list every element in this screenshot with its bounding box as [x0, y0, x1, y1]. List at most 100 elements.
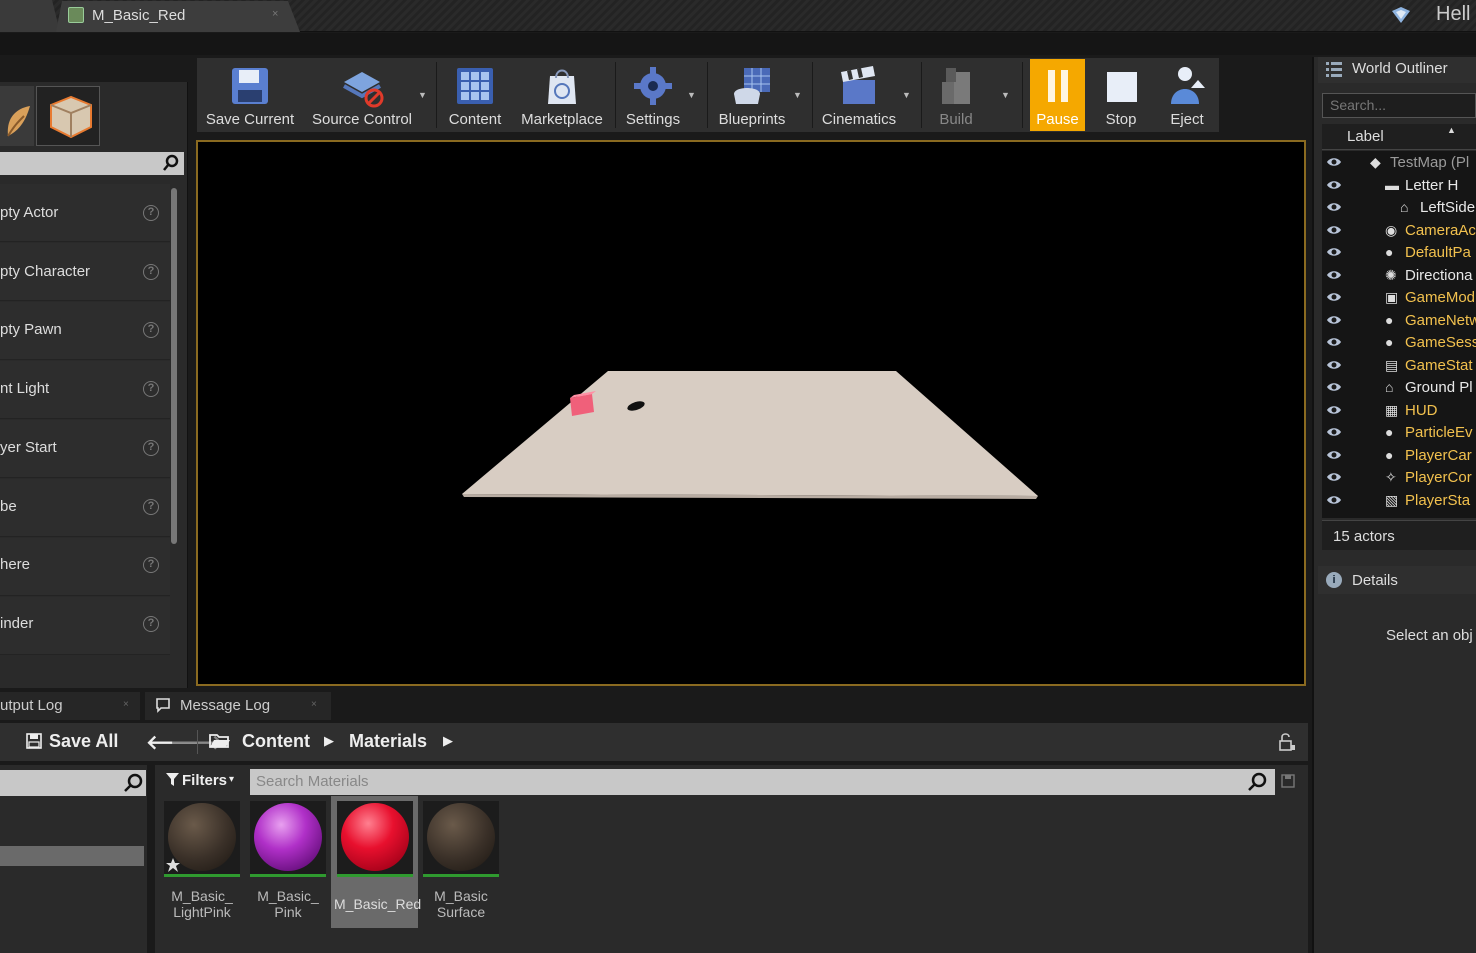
visibility-eye-icon[interactable]: [1326, 493, 1342, 509]
save-search-icon[interactable]: [1281, 774, 1295, 788]
visibility-eye-icon[interactable]: [1326, 403, 1342, 419]
content-button[interactable]: Content: [442, 58, 508, 132]
feedback-icon[interactable]: [1390, 5, 1412, 25]
help-icon[interactable]: ?: [143, 322, 159, 338]
asset-label-text: M_Basic Surface: [434, 888, 488, 920]
gear-icon: [634, 67, 672, 105]
build-button[interactable]: Build: [926, 58, 986, 132]
level-viewport[interactable]: [196, 140, 1306, 686]
asset-thumbnail: [250, 801, 326, 877]
save-current-button[interactable]: Save Current: [200, 58, 300, 132]
settings-button[interactable]: Settings: [620, 58, 686, 132]
hud-icon: ▦: [1385, 401, 1399, 418]
stop-button[interactable]: Stop: [1092, 58, 1150, 132]
unlock-icon[interactable]: [1279, 733, 1295, 751]
visibility-eye-icon[interactable]: [1326, 380, 1342, 396]
close-tab-icon[interactable]: ×: [123, 699, 129, 710]
visibility-eye-icon[interactable]: [1326, 313, 1342, 329]
place-search-input[interactable]: [0, 152, 184, 175]
outliner-row[interactable]: [1322, 401, 1476, 423]
help-icon[interactable]: ?: [143, 557, 159, 573]
asset-thumbnail: [423, 801, 499, 877]
place-item-label: inder: [0, 615, 34, 632]
visibility-eye-icon[interactable]: [1326, 200, 1342, 216]
help-icon[interactable]: ?: [143, 440, 159, 456]
visibility-eye-icon[interactable]: [1326, 178, 1342, 194]
close-tab-icon[interactable]: ×: [311, 699, 317, 710]
breadcrumb-arrow-icon[interactable]: ▶: [324, 733, 334, 749]
marketplace-button[interactable]: Marketplace: [514, 58, 610, 132]
help-icon[interactable]: ?: [143, 205, 159, 221]
close-tab-icon[interactable]: ×: [272, 8, 278, 20]
visibility-eye-icon[interactable]: [1326, 268, 1342, 284]
ground-plane: [462, 371, 1038, 496]
place-scrollbar[interactable]: [171, 188, 177, 544]
asset-label: M_Basic Surface: [420, 888, 502, 920]
stop-label: Stop: [1105, 111, 1137, 128]
material-sphere: [341, 803, 409, 871]
asset-label-text: M_Basic_Red: [334, 896, 422, 912]
source-control-label: Source Control: [311, 111, 413, 128]
help-icon[interactable]: ?: [143, 616, 159, 632]
content-label: Content: [448, 111, 502, 128]
visibility-eye-icon[interactable]: [1326, 470, 1342, 486]
eject-button[interactable]: Eject: [1156, 58, 1218, 132]
help-icon[interactable]: ?: [143, 264, 159, 280]
source-control-dropdown-icon[interactable]: ▼: [418, 90, 427, 100]
asset-tile[interactable]: M_Basic_Red: [334, 798, 421, 928]
visibility-eye-icon[interactable]: [1326, 223, 1342, 239]
mode-tab-geometry[interactable]: [36, 86, 100, 146]
help-icon[interactable]: ?: [143, 499, 159, 515]
breadcrumb-materials[interactable]: Materials: [349, 731, 427, 752]
outliner-row-label: Directiona: [1405, 266, 1473, 284]
breadcrumb-content[interactable]: Content: [242, 731, 310, 752]
blueprints-label: Blueprints: [718, 111, 786, 128]
outliner-list-icon: [1326, 62, 1342, 77]
camera-icon: ◉: [1385, 221, 1398, 238]
asset-tile[interactable]: M_Basic_ LightPink: [161, 798, 243, 928]
outliner-row-label: GameNetw: [1405, 311, 1476, 329]
asset-label-text: M_Basic_ Pink: [257, 888, 319, 920]
toolbar-separator: [707, 62, 708, 128]
source-control-icon: [343, 72, 384, 108]
cinematics-button[interactable]: Cinematics: [816, 58, 902, 132]
asset-thumbnail: [164, 801, 240, 877]
settings-dropdown-icon[interactable]: ▼: [687, 90, 696, 100]
asset-search-input[interactable]: [250, 769, 1275, 795]
sun-icon: ✺: [1385, 266, 1397, 283]
outliner-row-label: Ground Pl: [1405, 379, 1473, 396]
visibility-eye-icon[interactable]: [1326, 290, 1342, 306]
blueprints-button[interactable]: Blueprints: [712, 58, 792, 132]
visibility-eye-icon[interactable]: [1326, 335, 1342, 351]
visibility-eye-icon[interactable]: [1326, 245, 1342, 261]
search-icon[interactable]: [162, 154, 180, 172]
breadcrumb-divider: [197, 730, 198, 754]
search-icon[interactable]: [123, 773, 143, 793]
help-icon[interactable]: ?: [143, 381, 159, 397]
blueprint-icon: [734, 68, 770, 104]
mode-tab-foliage[interactable]: [0, 86, 34, 146]
outliner-row-label: TestMap (Pl: [1390, 154, 1470, 171]
actor-icon: ⌂: [1385, 379, 1394, 395]
sort-ascending-icon[interactable]: ▲: [1447, 125, 1456, 135]
material-sphere: [427, 803, 495, 871]
place-item-label: pty Character: [0, 263, 91, 280]
breadcrumb-arrow-icon[interactable]: ▶: [443, 733, 453, 749]
editor-tab-stub[interactable]: [0, 0, 60, 32]
outliner-search-placeholder: Search...: [1330, 97, 1387, 113]
details-empty-message: Select an obj: [1386, 627, 1473, 644]
search-icon[interactable]: [1247, 772, 1267, 792]
asset-tile[interactable]: M_Basic Surface: [420, 798, 502, 928]
visibility-eye-icon[interactable]: [1326, 448, 1342, 464]
visibility-eye-icon[interactable]: [1326, 425, 1342, 441]
build-blocks-icon: [942, 68, 970, 104]
visibility-eye-icon[interactable]: [1326, 358, 1342, 374]
cinematics-dropdown-icon[interactable]: ▼: [902, 90, 911, 100]
pause-button[interactable]: Pause: [1030, 58, 1085, 132]
visibility-eye-icon[interactable]: [1326, 155, 1342, 171]
blueprints-dropdown-icon[interactable]: ▼: [793, 90, 802, 100]
build-dropdown-icon[interactable]: ▼: [1001, 90, 1010, 100]
selected-folder-row[interactable]: [0, 846, 144, 866]
asset-tile[interactable]: M_Basic_ Pink: [247, 798, 329, 928]
source-control-button[interactable]: Source Control: [306, 58, 418, 132]
